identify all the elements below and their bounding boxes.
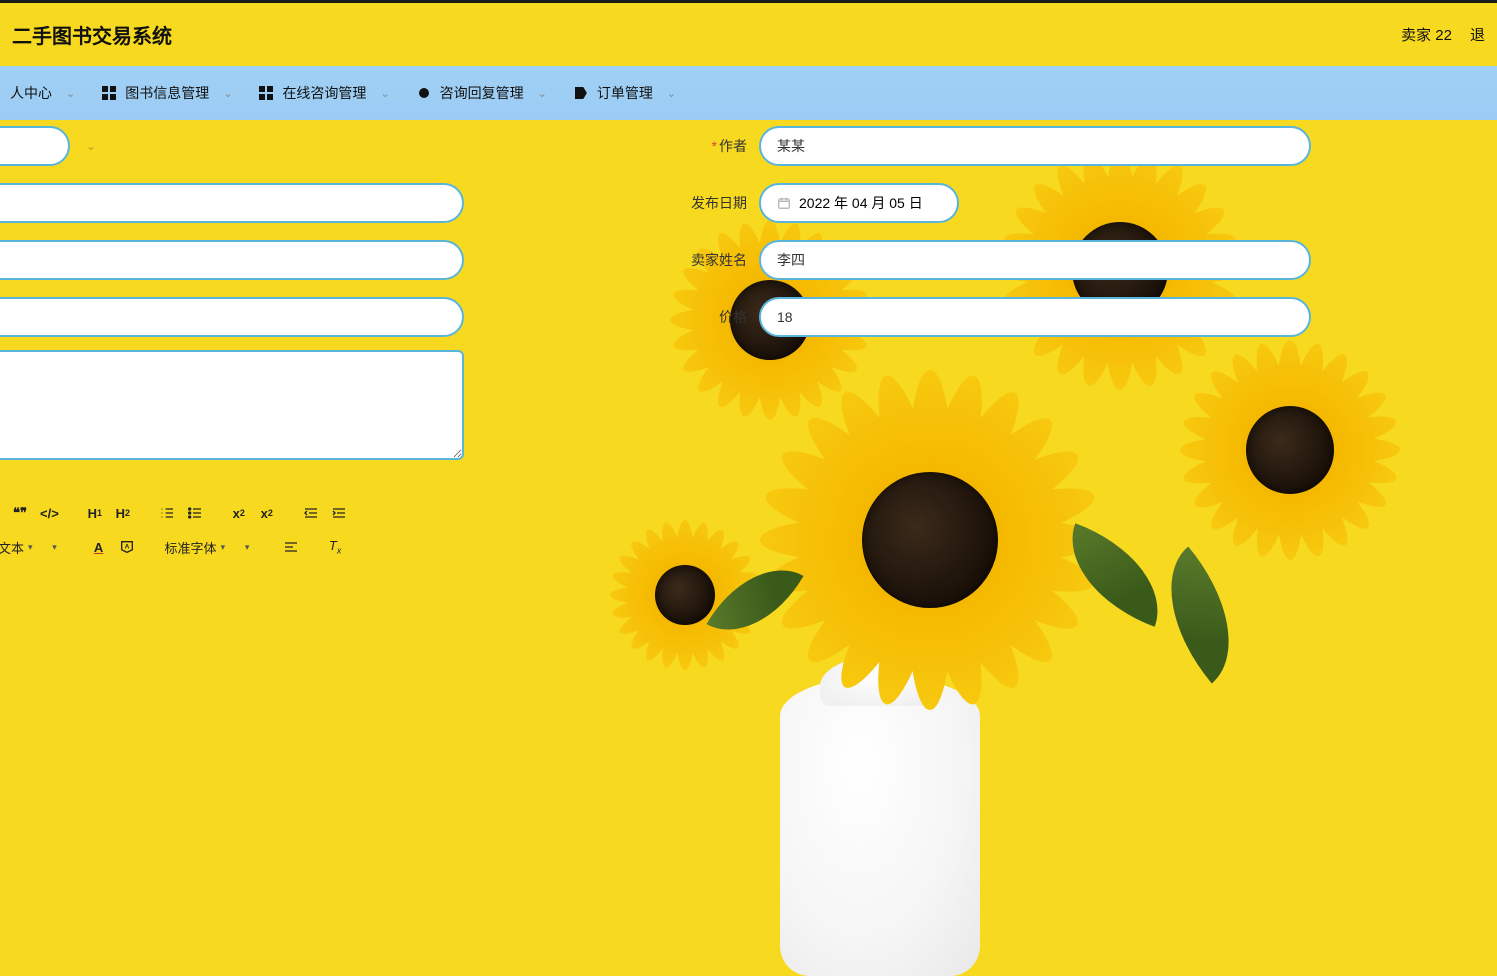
heading2-button[interactable]: H2 (111, 500, 135, 526)
left-input-3[interactable] (0, 240, 464, 280)
rich-text-editor: S ❝❞ </> H1 H2 x2 x2 (0, 494, 470, 566)
indent-button[interactable] (327, 500, 351, 526)
chevron-down-icon: ⌄ (86, 139, 96, 153)
left-input-2[interactable] (0, 183, 464, 223)
font-family-select[interactable]: 标准字体▾ (159, 538, 232, 557)
user-label[interactable]: 卖家 22 (1401, 24, 1452, 45)
left-select-field[interactable] (0, 126, 70, 166)
heading1-button[interactable]: H1 (83, 500, 107, 526)
nav-item-label: 咨询回复管理 (440, 83, 524, 103)
tag-icon (573, 85, 589, 101)
nav-item-label: 人中心 (10, 83, 52, 103)
app-header: 二手图书交易系统 卖家 22 退 (0, 0, 1497, 66)
left-textarea[interactable] (0, 350, 464, 460)
toolbar-dropdown-icon[interactable]: ▾ (43, 534, 67, 560)
pubdate-value: 2022 年 04 月 05 日 (799, 193, 923, 213)
chevron-down-icon: ⌄ (223, 87, 232, 100)
superscript-button[interactable]: x2 (255, 500, 279, 526)
nav-item-label: 在线咨询管理 (282, 83, 366, 103)
nav-book-info-manage[interactable]: 图书信息管理 ⌄ (91, 66, 242, 120)
font-color-button[interactable]: A (87, 534, 111, 560)
calendar-icon (777, 196, 791, 210)
nav-online-consult-manage[interactable]: 在线咨询管理 ⌄ (248, 66, 399, 120)
author-label: 作者 (719, 138, 747, 154)
svg-text:A: A (124, 543, 129, 550)
grid-icon (101, 85, 117, 101)
chevron-down-icon: ⌄ (667, 87, 676, 100)
bullet-list-button[interactable] (183, 500, 207, 526)
chevron-down-icon: ⌄ (66, 87, 75, 100)
ordered-list-button[interactable] (155, 500, 179, 526)
pubdate-input[interactable]: 2022 年 04 月 05 日 (759, 183, 959, 223)
nav-order-manage[interactable]: 订单管理 ⌄ (563, 66, 686, 120)
chevron-down-icon: ⌄ (380, 87, 389, 100)
app-title: 二手图书交易系统 (12, 20, 172, 49)
pubdate-label: 发布日期 (691, 195, 747, 211)
seller-name-input[interactable] (759, 240, 1311, 280)
pin-icon (416, 85, 432, 101)
price-label: 价格 (719, 309, 747, 325)
price-input[interactable] (759, 297, 1311, 337)
nav-item-label: 图书信息管理 (125, 83, 209, 103)
author-input[interactable] (759, 126, 1311, 166)
nav-item-label: 订单管理 (597, 83, 653, 103)
highlight-color-button[interactable]: A (115, 534, 139, 560)
text-style-select[interactable]: 文本▾ (0, 538, 39, 557)
nav-personal-center[interactable]: 人中心 ⌄ (0, 66, 85, 120)
main-navbar: 人中心 ⌄ 图书信息管理 ⌄ 在线咨询管理 ⌄ 咨询回复管理 ⌄ 订单管理 ⌄ (0, 66, 1497, 120)
align-button[interactable] (279, 534, 303, 560)
editor-toolbar: S ❝❞ </> H1 H2 x2 x2 (0, 494, 470, 566)
seller-label: 卖家姓名 (691, 252, 747, 268)
logout-link[interactable]: 退 (1470, 24, 1485, 45)
form-content: ⌄ *作者 发布日期 2022 年 04 月 05 日 卖家姓名 价格 (0, 120, 1497, 936)
code-button[interactable]: </> (36, 500, 63, 526)
toolbar-dropdown-icon-2[interactable]: ▾ (235, 534, 259, 560)
outdent-button[interactable] (299, 500, 323, 526)
subscript-button[interactable]: x2 (227, 500, 251, 526)
chevron-down-icon: ⌄ (538, 87, 547, 100)
left-input-4[interactable] (0, 297, 464, 337)
blockquote-button[interactable]: ❝❞ (8, 500, 32, 526)
grid-icon (258, 85, 274, 101)
clear-format-button[interactable]: Tx (323, 534, 347, 560)
nav-consult-reply-manage[interactable]: 咨询回复管理 ⌄ (406, 66, 557, 120)
